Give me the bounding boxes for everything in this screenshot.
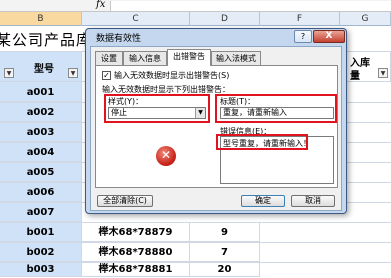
table-row-cell-b[interactable]: a007 (0, 202, 82, 222)
table-row-cell-c[interactable]: 榉木68*78880 (82, 242, 190, 262)
data-validation-dialog: 数据有效性 ? X 设置 输入信息 出错警告 输入法模式 ✓ 输入无效数据时显示… (85, 28, 347, 214)
tab-error-alert[interactable]: 出错警告 (167, 49, 211, 66)
table-row-cell-b[interactable]: b002 (0, 242, 82, 262)
table-row-cell-b[interactable]: a002 (0, 102, 82, 122)
table-row-cell-d[interactable]: 20 (190, 262, 260, 277)
table-row-cell-d[interactable]: 7 (190, 242, 260, 262)
table-row-cell-b[interactable]: a004 (0, 142, 82, 162)
table-row-cell-b[interactable]: b001 (0, 222, 82, 242)
filter-dropdown-icon[interactable]: ▼ (378, 68, 388, 78)
column-header-b[interactable]: B (0, 12, 82, 26)
highlight-box (216, 134, 308, 150)
stop-icon: ✕ (156, 146, 176, 166)
table-row-cell-b[interactable]: a006 (0, 182, 82, 202)
clear-all-button[interactable]: 全部清除(C) (97, 195, 153, 207)
column-header-c[interactable]: C (82, 12, 190, 26)
header-cell-b-label: 型号 (34, 64, 54, 75)
error-alert-panel: ✓ 输入无效数据时显示出错警告(S) 输入无效数据时显示下列出错警告： 样式(Y… (95, 65, 338, 188)
show-error-checkbox-label[interactable]: 输入无效数据时显示出错警告(S) (114, 70, 229, 81)
table-row-cell-c[interactable]: 榉木68*78881 (82, 262, 190, 277)
header-cell-g-line2: 量 (350, 71, 360, 82)
header-cell-g[interactable]: 入库 量 ▼ (340, 52, 391, 82)
highlight-box (215, 94, 337, 123)
table-row-cell-d[interactable]: 9 (190, 222, 260, 242)
formula-bar: fx (0, 0, 391, 12)
column-header-f[interactable]: F (260, 12, 340, 26)
tab-input-message[interactable]: 输入信息 (123, 51, 167, 65)
filter-dropdown-icon[interactable]: ▼ (68, 68, 78, 78)
cancel-button[interactable]: 取消 (291, 195, 335, 207)
table-row-cell-b[interactable]: b003 (0, 262, 82, 277)
formula-input[interactable] (110, 1, 391, 11)
dialog-title: 数据有效性 (96, 34, 142, 44)
highlight-box (104, 94, 210, 123)
tab-ime-mode[interactable]: 输入法模式 (211, 51, 261, 65)
dialog-body: 设置 输入信息 出错警告 输入法模式 ✓ 输入无效数据时显示出错警告(S) 输入… (90, 46, 342, 211)
table-row-cell-b[interactable]: a001 (0, 82, 82, 102)
close-button[interactable]: X (313, 30, 345, 43)
show-error-checkbox[interactable]: ✓ (102, 71, 111, 80)
table-row-cell-b[interactable]: a003 (0, 122, 82, 142)
table-row-cell-b[interactable]: a005 (0, 162, 82, 182)
tab-settings[interactable]: 设置 (95, 51, 123, 65)
ok-button[interactable]: 确定 (241, 195, 285, 207)
column-header-d[interactable]: D (190, 12, 260, 26)
help-button[interactable]: ? (294, 30, 312, 43)
sheet-title: 某公司产品库 (0, 31, 93, 49)
fx-icon[interactable]: fx (96, 0, 105, 10)
table-row-cell-c[interactable]: 榉木68*78879 (82, 222, 190, 242)
filter-dropdown-icon[interactable]: ▼ (4, 68, 14, 78)
column-header-g[interactable]: G (340, 12, 391, 26)
